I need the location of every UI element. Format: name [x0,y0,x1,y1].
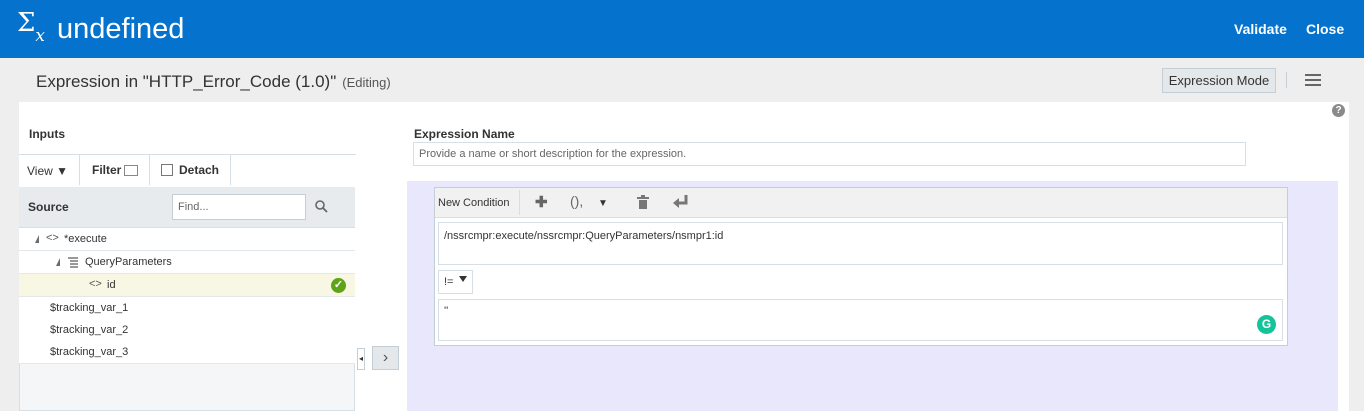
source-label: Source [28,200,69,214]
collapse-icon[interactable] [31,235,39,243]
expression-name-label: Expression Name [414,127,515,141]
tree-label: $tracking_var_3 [50,346,129,358]
expression-title: Expression in "HTTP_Error_Code (1.0)" (Ed… [36,72,391,91]
new-condition-button[interactable]: New Condition [438,197,510,209]
editing-status: (Editing) [342,75,391,90]
filter-button[interactable]: Filter [92,163,139,177]
tree-label: $tracking_var_2 [50,324,129,336]
check-icon: ✓ [331,278,346,293]
enter-icon[interactable] [673,195,689,209]
delete-icon[interactable] [637,195,649,209]
tree-node-tracking-var-1[interactable]: $tracking_var_1 [19,297,355,320]
collapse-panel-handle[interactable]: ◂ [357,348,365,370]
tree-node-queryparameters[interactable]: QueryParameters [19,251,355,274]
element-icon: <> [46,232,59,244]
add-group-icon[interactable]: (), [570,193,583,209]
menu-icon[interactable] [1305,74,1321,86]
expression-name-input[interactable] [413,142,1246,166]
caret-down-icon [459,276,467,282]
tree-label: *execute [64,233,107,245]
element-icon: <> [89,278,102,290]
divider [230,155,231,185]
tree-node-execute[interactable]: <> *execute [19,228,355,251]
divider [519,190,520,215]
divider [19,154,356,155]
view-menu-button[interactable]: View ▼ [27,164,68,178]
inputs-heading: Inputs [29,127,65,141]
tree-node-id[interactable]: <> id ✓ [19,274,355,297]
filter-icon [124,165,139,176]
tree-node-tracking-var-3[interactable]: $tracking_var_3 [19,341,355,364]
detach-icon [161,164,173,176]
operator-select[interactable]: != [438,270,473,294]
collapse-icon[interactable] [52,258,60,266]
caret-down-icon: ▼ [56,164,69,178]
condition-toolbar [435,188,1287,218]
right-operand-input[interactable]: '' [438,299,1283,341]
top-bar: Σx undefined Validate Close [0,0,1364,58]
complex-type-icon [68,257,78,268]
expression-mode-button[interactable]: Expression Mode [1162,68,1276,93]
tree-label: $tracking_var_1 [50,302,129,314]
sigma-icon: Σx [17,8,45,47]
close-button[interactable]: Close [1306,21,1344,37]
insert-right-button[interactable]: › [372,346,399,370]
detach-button[interactable]: Detach [161,163,219,177]
left-operand-input[interactable] [438,222,1283,265]
add-icon[interactable]: ✚ [535,193,548,211]
divider [79,155,80,185]
tree-label: id [107,279,116,291]
page-title: undefined [57,13,185,45]
caret-down-icon[interactable]: ▼ [598,198,608,209]
tree-node-tracking-var-2[interactable]: $tracking_var_2 [19,319,355,342]
help-icon[interactable]: ? [1332,104,1345,117]
find-input[interactable] [172,194,306,220]
validate-button[interactable]: Validate [1234,21,1287,37]
search-icon[interactable] [315,200,328,213]
divider [1286,72,1287,88]
divider [149,155,150,185]
tree-label: QueryParameters [85,256,172,268]
grammarly-icon[interactable]: G [1257,315,1276,334]
